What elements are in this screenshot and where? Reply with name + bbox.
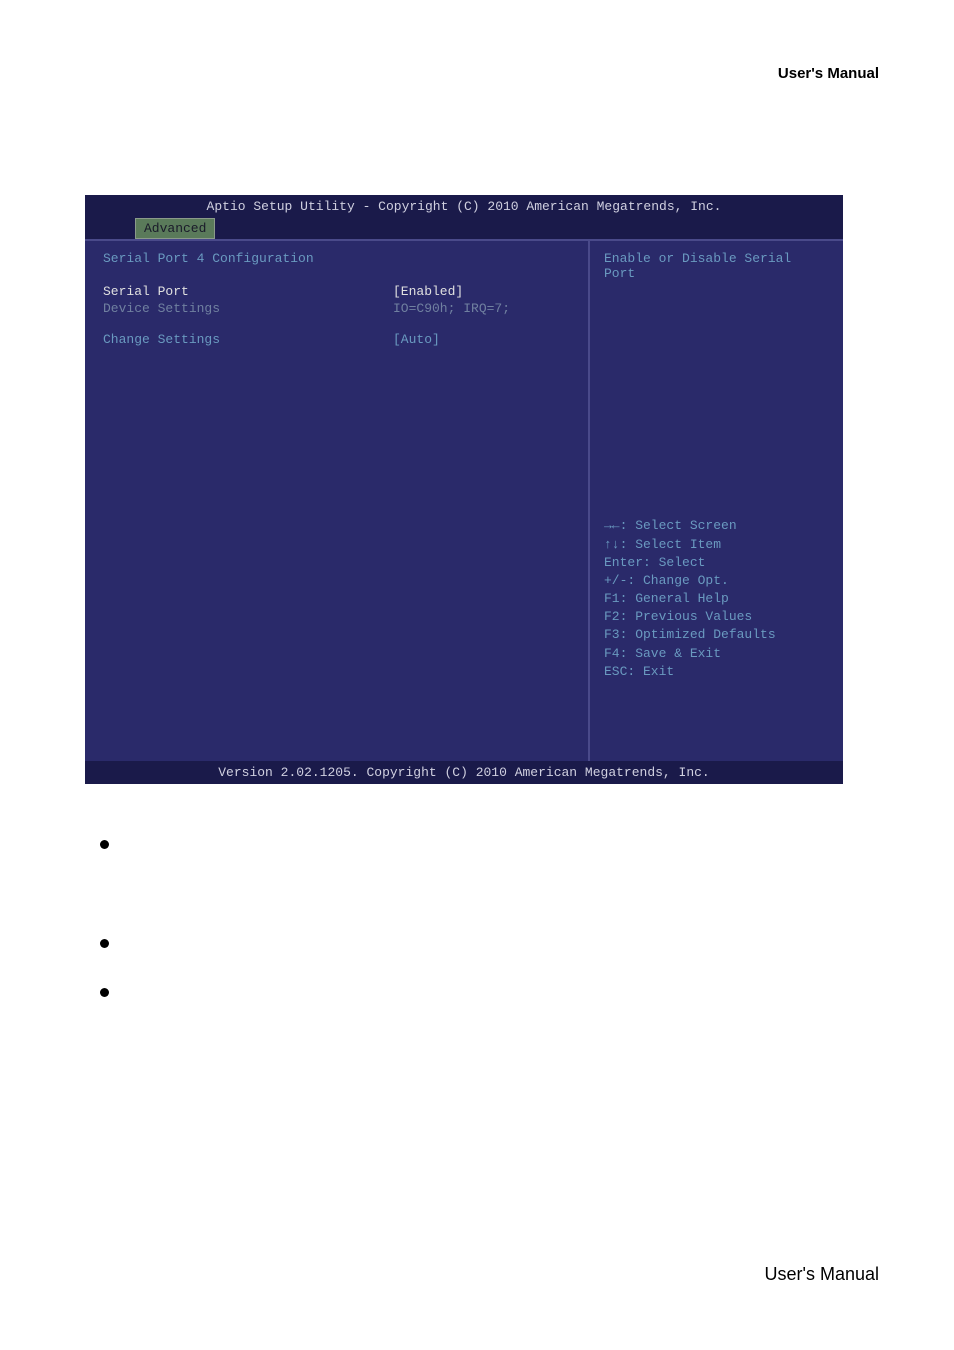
bios-screen: Aptio Setup Utility - Copyright (C) 2010… bbox=[85, 195, 843, 768]
value-device-settings: IO=C90h; IRQ=7; bbox=[393, 301, 510, 316]
section-title: Serial Port 4 Configuration bbox=[103, 251, 570, 266]
bullet-icon bbox=[100, 939, 109, 948]
bullet-icon bbox=[100, 840, 109, 849]
help-key-row: →←: Select Screen bbox=[604, 517, 776, 535]
tab-advanced[interactable]: Advanced bbox=[135, 218, 215, 239]
bios-right-pane: Enable or Disable Serial Port →←: Select… bbox=[590, 241, 843, 761]
help-key-row: ESC: Exit bbox=[604, 663, 776, 681]
bios-body: Serial Port 4 Configuration Serial Port … bbox=[85, 239, 843, 761]
help-key-row: +/-: Change Opt. bbox=[604, 572, 776, 590]
help-keys: →←: Select Screen ↑↓: Select Item Enter:… bbox=[604, 517, 776, 681]
bios-left-pane: Serial Port 4 Configuration Serial Port … bbox=[85, 241, 590, 761]
label-change-settings: Change Settings bbox=[103, 332, 393, 347]
bios-titlebar: Aptio Setup Utility - Copyright (C) 2010… bbox=[85, 195, 843, 218]
label-serial-port: Serial Port bbox=[103, 284, 393, 299]
label-device-settings: Device Settings bbox=[103, 301, 393, 316]
row-change-settings[interactable]: Change Settings [Auto] bbox=[103, 332, 570, 347]
value-serial-port[interactable]: [Enabled] bbox=[393, 284, 463, 299]
page-footer: User's Manual bbox=[765, 1264, 879, 1285]
bios-tabs: Advanced bbox=[85, 218, 843, 239]
help-key-row: Enter: Select bbox=[604, 554, 776, 572]
help-description: Enable or Disable Serial Port bbox=[604, 251, 829, 281]
bullet-icon bbox=[100, 988, 109, 997]
help-key-row: F4: Save & Exit bbox=[604, 645, 776, 663]
row-device-settings: Device Settings IO=C90h; IRQ=7; bbox=[103, 301, 570, 316]
help-key-row: F2: Previous Values bbox=[604, 608, 776, 626]
bullet-list bbox=[100, 840, 109, 1087]
page-header: User's Manual bbox=[778, 65, 879, 82]
help-key-row: F3: Optimized Defaults bbox=[604, 626, 776, 644]
row-serial-port[interactable]: Serial Port [Enabled] bbox=[103, 284, 570, 299]
value-change-settings[interactable]: [Auto] bbox=[393, 332, 440, 347]
help-key-row: F1: General Help bbox=[604, 590, 776, 608]
bios-footer: Version 2.02.1205. Copyright (C) 2010 Am… bbox=[85, 761, 843, 784]
help-key-row: ↑↓: Select Item bbox=[604, 536, 776, 554]
